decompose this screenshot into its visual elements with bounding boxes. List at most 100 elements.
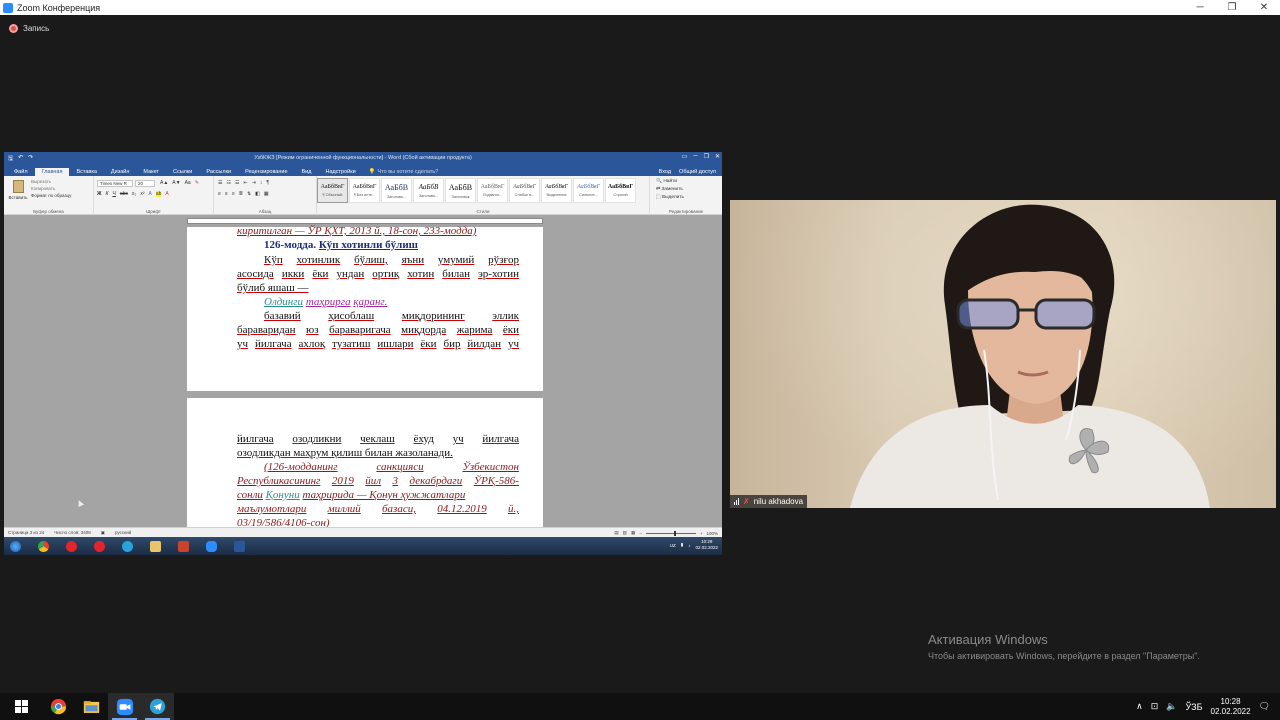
tab-design[interactable]: Дизайн bbox=[104, 168, 137, 176]
remote-taskbar-app[interactable] bbox=[172, 538, 194, 554]
zoom-out-icon[interactable]: − bbox=[639, 531, 642, 536]
line-spacing-icon[interactable]: ⇅ bbox=[247, 191, 251, 197]
tab-mailings[interactable]: Рассылки bbox=[199, 168, 238, 176]
zoom-level[interactable]: 100% bbox=[706, 531, 718, 536]
proofing-icon[interactable]: ▣ bbox=[101, 530, 105, 536]
recording-indicator[interactable]: Запись bbox=[9, 24, 49, 33]
increase-indent-icon[interactable]: ⇥ bbox=[252, 180, 256, 186]
remote-taskbar-app[interactable] bbox=[144, 538, 166, 554]
taskbar-app-explorer[interactable] bbox=[75, 693, 108, 720]
italic-button[interactable]: К bbox=[106, 191, 109, 197]
decrease-indent-icon[interactable]: ⇤ bbox=[243, 180, 247, 186]
group-label-font: Шрифт bbox=[146, 209, 161, 214]
tab-addins[interactable]: Надстройки bbox=[319, 168, 363, 176]
taskbar-app-chrome[interactable] bbox=[42, 693, 75, 720]
edition-link[interactable]: таҳрирга bbox=[306, 296, 351, 308]
keyboard-language[interactable]: ЎЗБ bbox=[1185, 702, 1202, 712]
bold-button[interactable]: Ж bbox=[97, 191, 102, 197]
borders-icon[interactable]: ▦ bbox=[264, 191, 269, 197]
remote-start-button[interactable] bbox=[4, 538, 26, 554]
print-layout-icon[interactable]: ▥ bbox=[623, 530, 627, 536]
bullets-icon[interactable]: ☰ bbox=[218, 180, 222, 186]
align-center-icon[interactable]: ≡ bbox=[225, 191, 228, 197]
notifications-icon[interactable]: 🗨 bbox=[1259, 701, 1270, 712]
language-indicator[interactable]: русский bbox=[115, 530, 131, 535]
numbering-icon[interactable]: ☷ bbox=[226, 180, 230, 186]
word-close-icon[interactable]: ✕ bbox=[715, 153, 720, 160]
network-icon[interactable]: ▮ bbox=[681, 542, 683, 548]
close-button[interactable]: ✕ bbox=[1248, 0, 1280, 15]
web-layout-icon[interactable]: ▦ bbox=[631, 530, 635, 536]
previous-edition-link[interactable]: Олдинги bbox=[264, 296, 303, 308]
shading-icon[interactable]: ◧ bbox=[255, 191, 260, 197]
superscript-button[interactable]: x² bbox=[140, 191, 144, 197]
see-link[interactable]: қаранг. bbox=[353, 296, 387, 308]
remote-taskbar-app[interactable] bbox=[88, 538, 110, 554]
sign-in-link[interactable]: Вход bbox=[659, 169, 671, 175]
restore-button[interactable]: ❐ bbox=[1216, 0, 1248, 15]
doc-word: базаси, bbox=[382, 503, 416, 515]
speaker-icon[interactable]: 🔈 bbox=[1166, 701, 1177, 712]
word-count[interactable]: Число слов: 3408 bbox=[54, 530, 91, 535]
word-ribbon-options-icon[interactable]: ▭ bbox=[682, 153, 688, 160]
participant-video[interactable]: ✗ nilu akhadova bbox=[730, 200, 1276, 508]
network-status-icon[interactable]: ⊡ bbox=[1151, 701, 1159, 712]
sort-icon[interactable]: ↕ bbox=[260, 180, 263, 186]
law-link[interactable]: Қонуни bbox=[266, 489, 300, 501]
minimize-button[interactable]: ─ bbox=[1184, 0, 1216, 15]
system-clock[interactable]: 10:28 02.02.2022 bbox=[1211, 697, 1251, 717]
multilevel-icon[interactable]: ☲ bbox=[235, 180, 239, 186]
tray-overflow-icon[interactable]: ∧ bbox=[1136, 701, 1143, 712]
zoom-in-icon[interactable]: + bbox=[700, 531, 703, 536]
cut-button[interactable]: Вырезать bbox=[31, 179, 71, 184]
page-count[interactable]: Страница 3 из 24 bbox=[8, 530, 44, 535]
ruler-bar[interactable] bbox=[187, 218, 543, 224]
clear-format-icon[interactable]: ✎ bbox=[195, 180, 199, 186]
pilcrow-icon[interactable]: ¶ bbox=[266, 180, 269, 186]
shrink-font-icon[interactable]: A▼ bbox=[172, 180, 180, 186]
remote-taskbar-app[interactable] bbox=[32, 538, 54, 554]
copy-button[interactable]: Копировать bbox=[31, 186, 71, 191]
change-case-icon[interactable]: Aa bbox=[185, 180, 191, 186]
text-effects-icon[interactable]: A bbox=[149, 191, 152, 197]
taskbar-app-zoom[interactable] bbox=[108, 693, 141, 720]
grow-font-icon[interactable]: A▲ bbox=[160, 180, 168, 186]
tab-file[interactable]: Файл bbox=[7, 168, 35, 176]
remote-language[interactable]: UZ bbox=[670, 543, 676, 548]
word-restore-icon[interactable]: ❐ bbox=[704, 153, 709, 160]
font-size-select[interactable]: 20 bbox=[135, 180, 155, 187]
word-minimize-icon[interactable]: ─ bbox=[693, 153, 697, 160]
justify-icon[interactable]: ≣ bbox=[239, 191, 243, 197]
remote-taskbar-app[interactable] bbox=[228, 538, 250, 554]
font-name-select[interactable]: Times New R bbox=[97, 180, 133, 187]
zoom-slider-knob[interactable] bbox=[673, 530, 676, 536]
share-button[interactable]: Общий доступ bbox=[679, 169, 716, 175]
subscript-button[interactable]: x₂ bbox=[132, 191, 136, 197]
tell-me-search[interactable]: 💡 Что вы хотите сделать? bbox=[363, 168, 445, 176]
remote-taskbar-app[interactable] bbox=[200, 538, 222, 554]
zoom-icon bbox=[116, 698, 133, 715]
read-mode-icon[interactable]: ▤ bbox=[614, 530, 618, 536]
remote-taskbar-app[interactable] bbox=[60, 538, 82, 554]
remote-taskbar-app[interactable] bbox=[116, 538, 138, 554]
align-right-icon[interactable]: ≡ bbox=[232, 191, 235, 197]
remote-clock[interactable]: 10:29 02.02.2022 bbox=[695, 539, 718, 551]
tab-layout[interactable]: Макет bbox=[136, 168, 166, 176]
highlight-icon[interactable]: ab bbox=[155, 191, 162, 197]
start-button[interactable] bbox=[0, 693, 42, 720]
taskbar-app-telegram[interactable] bbox=[141, 693, 174, 720]
volume-icon[interactable]: ♪ bbox=[688, 543, 690, 548]
paste-button[interactable]: Вставить bbox=[8, 180, 28, 206]
align-left-icon[interactable]: ≡ bbox=[218, 191, 221, 197]
tab-insert[interactable]: Вставка bbox=[69, 168, 103, 176]
os-taskbar: ∧ ⊡ 🔈 ЎЗБ 10:28 02.02.2022 🗨 bbox=[0, 693, 1280, 720]
font-color-icon[interactable]: A bbox=[165, 191, 168, 197]
underline-button[interactable]: Ч bbox=[112, 191, 115, 197]
strikethrough-button[interactable]: abc bbox=[120, 191, 128, 197]
format-painter-button[interactable]: Формат по образцу bbox=[31, 193, 71, 198]
zoom-slider[interactable] bbox=[645, 530, 696, 536]
tab-review[interactable]: Рецензирование bbox=[238, 168, 294, 176]
tab-home[interactable]: Главная bbox=[34, 168, 70, 176]
tab-view[interactable]: Вид bbox=[295, 168, 319, 176]
tab-references[interactable]: Ссылки bbox=[166, 168, 199, 176]
